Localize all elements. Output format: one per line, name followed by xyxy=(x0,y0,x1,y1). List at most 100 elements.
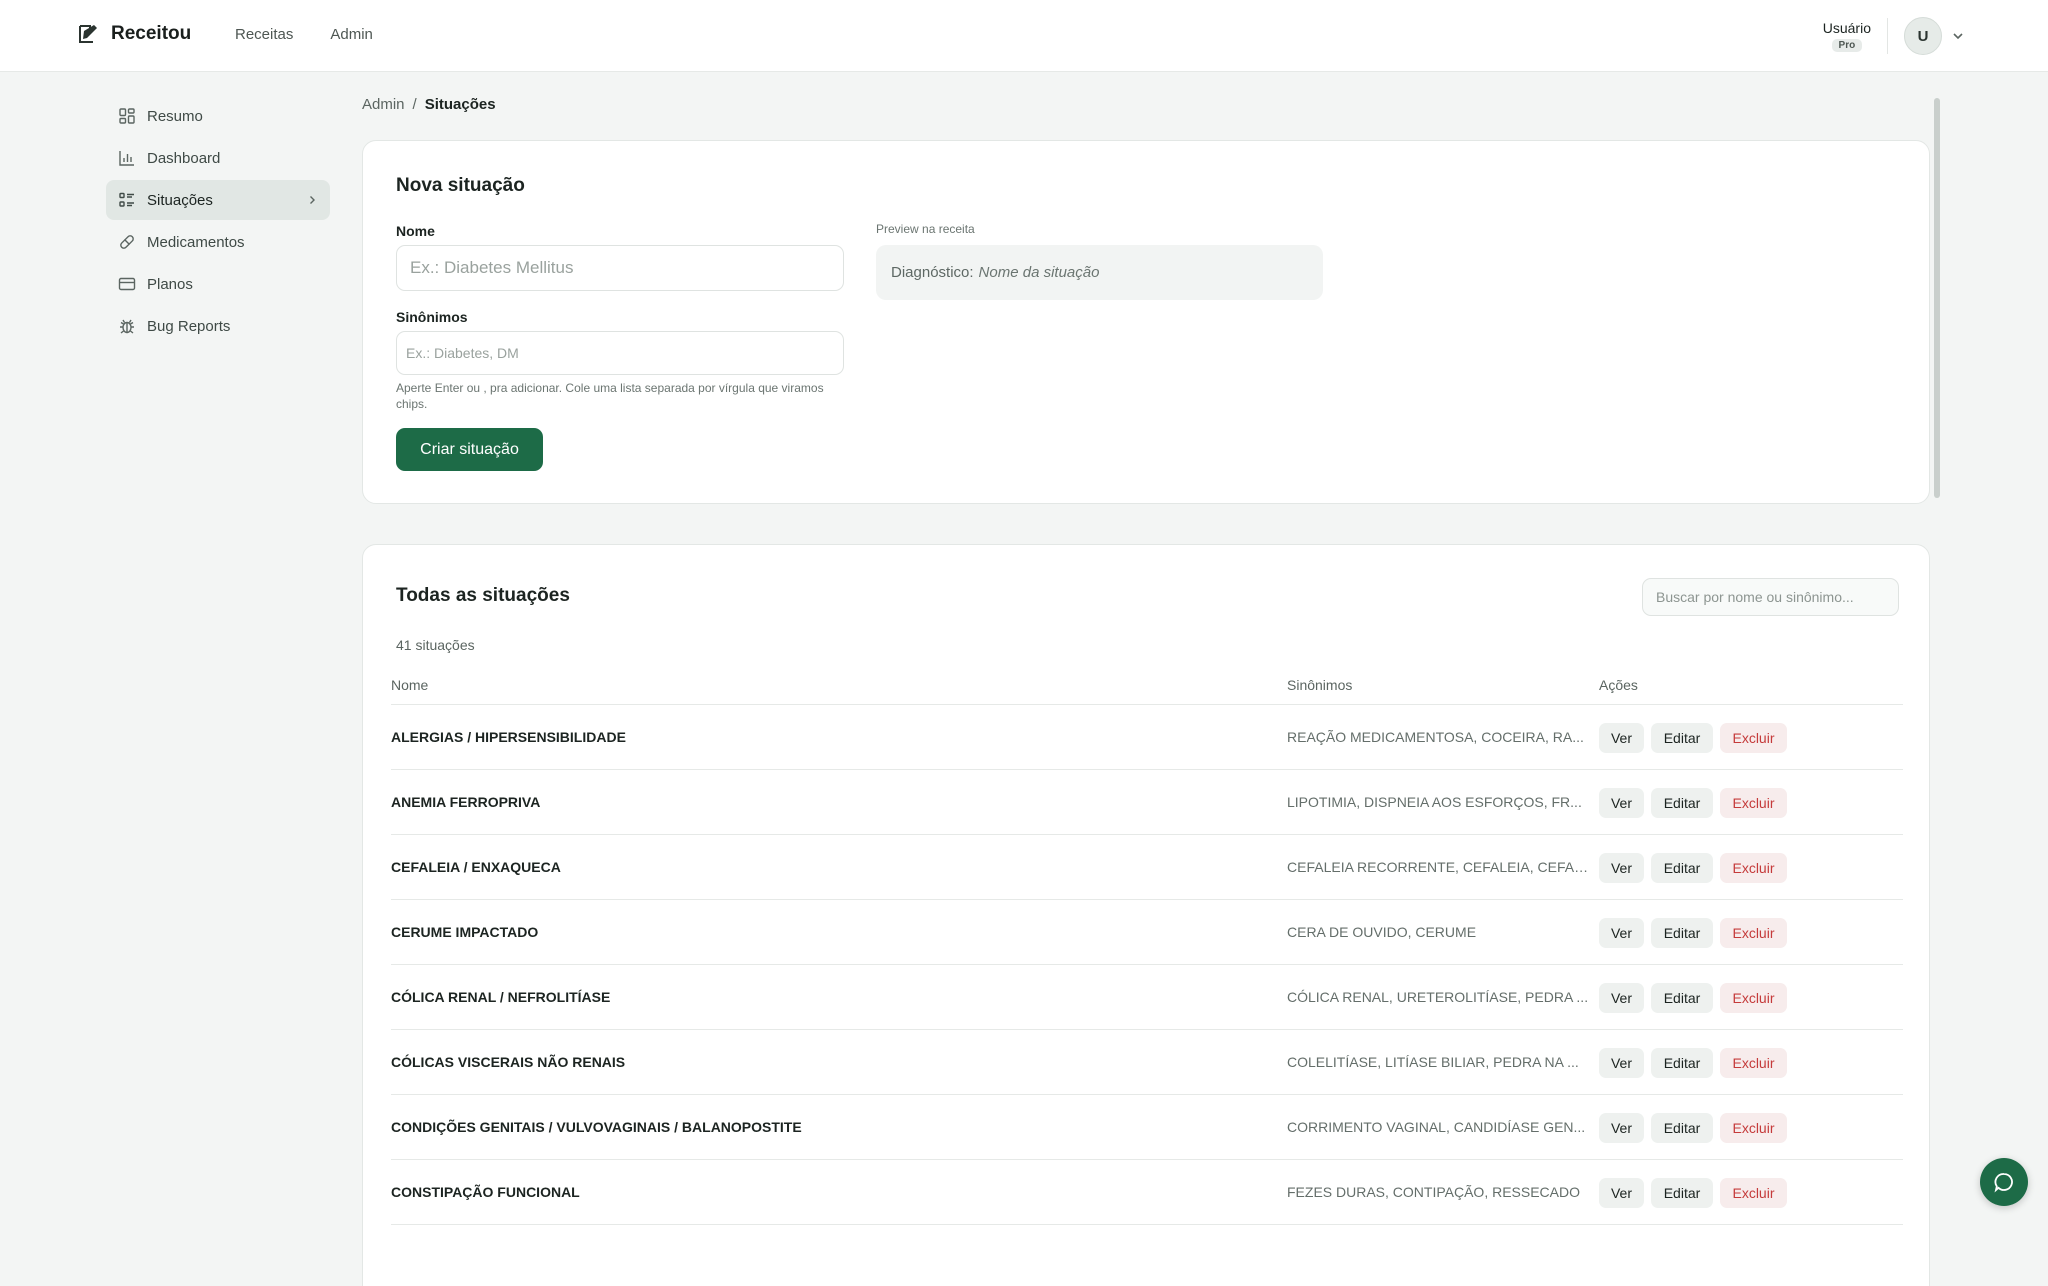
situation-synonyms: FEZES DURAS, CONTIPAÇÃO, RESSECADO xyxy=(1287,1184,1581,1200)
view-button[interactable]: Ver xyxy=(1599,1048,1644,1078)
situations-list-card: Todas as situações Buscar por nome ou si… xyxy=(362,544,1930,1286)
new-situation-card: Nova situação Nome Ex.: Diabetes Mellitu… xyxy=(362,140,1930,504)
bug-icon xyxy=(120,319,134,334)
situation-name: CÓLICAS VISCERAIS NÃO RENAIS xyxy=(391,1054,626,1070)
synonyms-hint: Aperte Enter ou , pra adicionar. Cole um… xyxy=(396,381,824,411)
sidebar-item-resumo[interactable]: Resumo xyxy=(106,96,330,136)
situation-name: CONDIÇÕES GENITAIS / VULVOVAGINAIS / BAL… xyxy=(391,1119,802,1135)
top-bar: Receitou Receitas Admin Usuário Pro U xyxy=(0,0,2048,72)
row-actions: Ver Editar Excluir xyxy=(1599,1113,1787,1143)
view-button[interactable]: Ver xyxy=(1599,918,1644,948)
bar-chart-icon xyxy=(119,151,134,166)
nav-admin[interactable]: Admin xyxy=(330,26,373,43)
logo-icon xyxy=(79,25,97,43)
situation-synonyms: CÓLICA RENAL, URETEROLITÍASE, PEDRA ... xyxy=(1287,989,1589,1005)
chevron-down-icon[interactable] xyxy=(1952,30,1964,42)
table-row: ALERGIAS / HIPERSENSIBILIDADE REAÇÃO MEDI… xyxy=(391,705,1903,770)
search-input[interactable]: Buscar por nome ou sinônimo... xyxy=(1642,578,1899,616)
synonyms-input[interactable]: Ex.: Diabetes, DM xyxy=(396,331,844,375)
card-title: Todas as situações xyxy=(396,585,570,606)
row-actions: Ver Editar Excluir xyxy=(1599,723,1787,753)
table-row: CÓLICAS VISCERAIS NÃO RENAIS COLELITÍASE,… xyxy=(391,1030,1903,1095)
view-button[interactable]: Ver xyxy=(1599,983,1644,1013)
edit-button[interactable]: Editar xyxy=(1651,983,1713,1013)
row-actions: Ver Editar Excluir xyxy=(1599,853,1787,883)
row-actions: Ver Editar Excluir xyxy=(1599,1178,1787,1208)
preview-label: Preview na receita xyxy=(876,222,975,236)
view-button[interactable]: Ver xyxy=(1599,723,1644,753)
sidebar-item-medicamentos[interactable]: Medicamentos xyxy=(106,222,330,262)
name-label: Nome xyxy=(396,223,435,239)
edit-button[interactable]: Editar xyxy=(1651,918,1713,948)
delete-button[interactable]: Excluir xyxy=(1720,788,1787,818)
column-synonyms: Sinônimos xyxy=(1287,677,1353,693)
card-title: Nova situação xyxy=(396,175,525,196)
edit-button[interactable]: Editar xyxy=(1651,1178,1713,1208)
table-row: CÓLICA RENAL / NEFROLITÍASE CÓLICA RENAL,… xyxy=(391,965,1903,1030)
sidebar-item-label: Bug Reports xyxy=(147,317,231,335)
situation-synonyms: COLELITÍASE, LITÍASE BILIAR, PEDRA NA ..… xyxy=(1287,1054,1579,1070)
view-button[interactable]: Ver xyxy=(1599,1113,1644,1143)
table-header: Nome Sinônimos Ações xyxy=(391,673,1903,705)
scrollbar[interactable] xyxy=(1934,98,1940,498)
edit-button[interactable]: Editar xyxy=(1651,723,1713,753)
delete-button[interactable]: Excluir xyxy=(1720,1178,1787,1208)
list-icon xyxy=(119,192,134,207)
name-input[interactable]: Ex.: Diabetes Mellitus xyxy=(396,245,844,291)
sidebar-item-planos[interactable]: Planos xyxy=(106,264,330,304)
view-button[interactable]: Ver xyxy=(1599,1178,1644,1208)
row-actions: Ver Editar Excluir xyxy=(1599,983,1787,1013)
table-row: CEFALEIA / ENXAQUECA CEFALEIA RECORRENTE,… xyxy=(391,835,1903,900)
delete-button[interactable]: Excluir xyxy=(1720,983,1787,1013)
delete-button[interactable]: Excluir xyxy=(1720,853,1787,883)
brand-name: Receitou xyxy=(111,23,192,44)
breadcrumb: Admin / Situações xyxy=(362,96,496,113)
edit-button[interactable]: Editar xyxy=(1651,1113,1713,1143)
sidebar-item-label: Planos xyxy=(147,275,193,293)
edit-button[interactable]: Editar xyxy=(1651,1048,1713,1078)
row-actions: Ver Editar Excluir xyxy=(1599,918,1787,948)
sidebar-item-label: Dashboard xyxy=(147,149,221,167)
row-actions: Ver Editar Excluir xyxy=(1599,1048,1787,1078)
edit-button[interactable]: Editar xyxy=(1651,853,1713,883)
nav-receitas[interactable]: Receitas xyxy=(235,26,293,43)
column-name: Nome xyxy=(391,677,429,693)
situations-count: 41 situações xyxy=(396,637,475,653)
situation-synonyms: REAÇÃO MEDICAMENTOSA, COCEIRA, RA... xyxy=(1287,729,1584,745)
sidebar: Resumo Dashboard Situações Medicamentos … xyxy=(106,96,330,348)
sidebar-item-label: Medicamentos xyxy=(147,233,245,251)
situation-name: CONSTIPAÇÃO FUNCIONAL xyxy=(391,1184,580,1200)
sidebar-item-dashboard[interactable]: Dashboard xyxy=(106,138,330,178)
chat-button[interactable] xyxy=(1980,1158,2028,1206)
breadcrumb-admin[interactable]: Admin xyxy=(362,96,405,113)
view-button[interactable]: Ver xyxy=(1599,853,1644,883)
edit-button[interactable]: Editar xyxy=(1651,788,1713,818)
breadcrumb-current: Situações xyxy=(424,96,496,113)
delete-button[interactable]: Excluir xyxy=(1720,723,1787,753)
create-situation-button[interactable]: Criar situação xyxy=(396,428,543,471)
preview-value: Nome da situação xyxy=(978,264,1100,281)
grid-icon xyxy=(119,108,135,124)
view-button[interactable]: Ver xyxy=(1599,788,1644,818)
sidebar-item-label: Situações xyxy=(147,191,213,209)
delete-button[interactable]: Excluir xyxy=(1720,1113,1787,1143)
delete-button[interactable]: Excluir xyxy=(1720,1048,1787,1078)
situation-synonyms: CEFALEIA RECORRENTE, CEFALEIA, CEFAL... xyxy=(1287,859,1589,875)
row-actions: Ver Editar Excluir xyxy=(1599,788,1787,818)
user-info: Usuário Pro xyxy=(1823,20,1871,52)
situation-synonyms: LIPOTIMIA, DISPNEIA AOS ESFORÇOS, FR... xyxy=(1287,794,1582,810)
sidebar-item-bug-reports[interactable]: Bug Reports xyxy=(106,306,330,346)
user-menu[interactable]: Usuário Pro U xyxy=(1823,17,1964,55)
situation-name: CERUME IMPACTADO xyxy=(391,924,539,940)
sidebar-item-label: Resumo xyxy=(147,107,203,125)
pill-icon xyxy=(120,235,134,249)
situation-name: CÓLICA RENAL / NEFROLITÍASE xyxy=(391,989,611,1005)
sidebar-item-situacoes[interactable]: Situações xyxy=(106,180,330,220)
situation-name: ANEMIA FERROPRIVA xyxy=(391,794,541,810)
situation-synonyms: CERA DE OUVIDO, CERUME xyxy=(1287,924,1477,940)
table-row: ANEMIA FERROPRIVA LIPOTIMIA, DISPNEIA AOS… xyxy=(391,770,1903,835)
delete-button[interactable]: Excluir xyxy=(1720,918,1787,948)
avatar[interactable]: U xyxy=(1904,17,1942,55)
user-name: Usuário xyxy=(1822,20,1871,36)
brand[interactable]: Receitou xyxy=(77,22,191,46)
